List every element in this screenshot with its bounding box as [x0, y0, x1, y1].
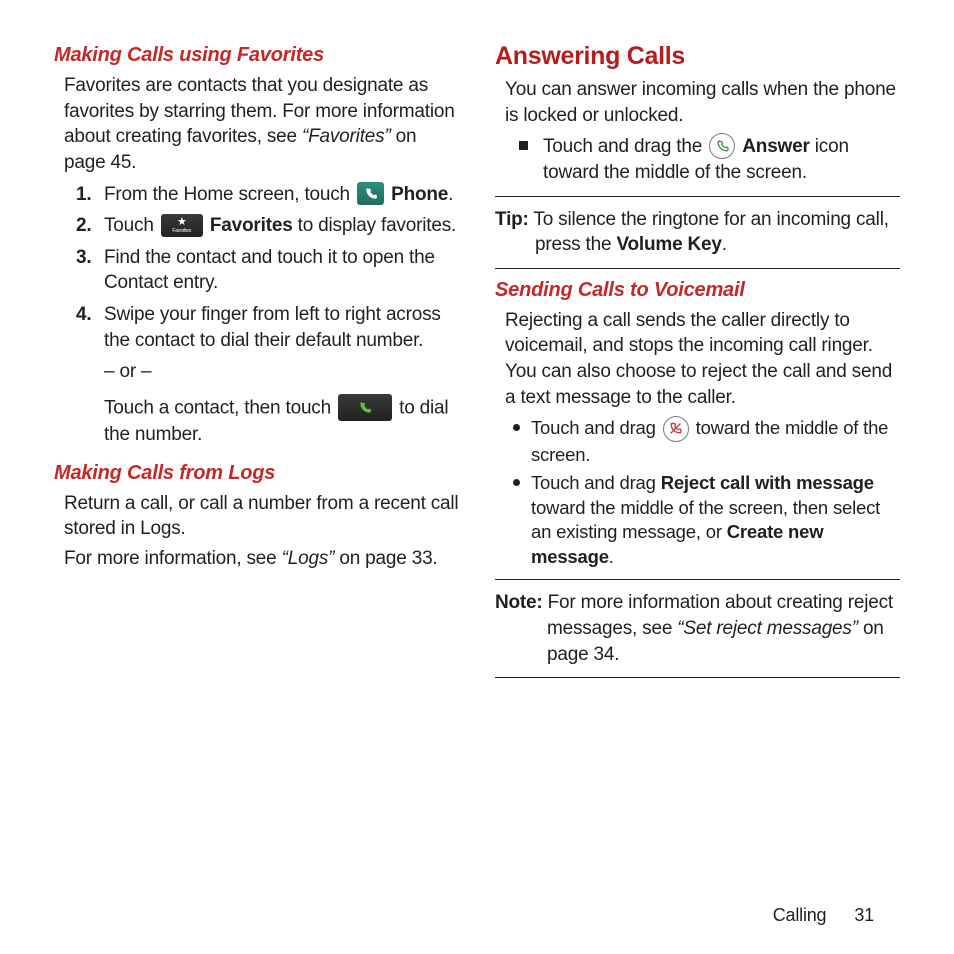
heading-making-calls-favorites: Making Calls using Favorites [54, 44, 459, 67]
logs-p1: Return a call, or call a number from a r… [64, 491, 459, 542]
heading-sending-voicemail: Sending Calls to Voicemail [495, 279, 900, 302]
logs-crossref: “Logs” [282, 548, 335, 569]
voicemail-bullet-1: Touch and drag toward the middle of the … [513, 416, 900, 467]
voicemail-intro: Rejecting a call sends the caller direct… [505, 308, 900, 411]
favorites-intro: Favorites are contacts that you designat… [64, 73, 459, 176]
page-footer: Calling 31 [773, 905, 874, 926]
favorites-tab-icon: ★Favorites [161, 214, 203, 237]
favorites-steps: 1. From the Home screen, touch Phone. 2.… [76, 182, 459, 354]
step-4-alt: Touch a contact, then touch to dial the … [104, 395, 459, 448]
step-2: 2. Touch ★Favorites Favorites to display… [76, 213, 459, 239]
step-1: 1. From the Home screen, touch Phone. [76, 182, 459, 208]
phone-app-icon [357, 182, 384, 205]
step-4-or: – or – [104, 359, 459, 385]
voicemail-bullet-2: Touch and drag Reject call with message … [513, 471, 900, 569]
answering-bullets: Touch and drag the Answer icon toward th… [513, 134, 900, 185]
reject-messages-crossref: “Set reject messages” [677, 618, 858, 639]
right-column: Answering Calls You can answer incoming … [495, 36, 900, 688]
heading-answering-calls: Answering Calls [495, 42, 900, 71]
step-3: 3.Find the contact and touch it to open … [76, 245, 459, 296]
divider [495, 268, 900, 269]
divider [495, 196, 900, 197]
divider [495, 579, 900, 580]
reject-call-icon [663, 416, 689, 442]
dial-button-icon [338, 394, 392, 421]
footer-section: Calling [773, 905, 827, 925]
answer-call-icon [709, 133, 735, 159]
answer-bullet-1: Touch and drag the Answer icon toward th… [513, 134, 900, 185]
tip-silence-ringtone: Tip: To silence the ringtone for an inco… [495, 207, 900, 258]
divider [495, 677, 900, 678]
step-4: 4.Swipe your finger from left to right a… [76, 302, 459, 353]
heading-making-calls-logs: Making Calls from Logs [54, 462, 459, 485]
logs-p2: For more information, see “Logs” on page… [64, 546, 459, 572]
footer-page-number: 31 [854, 905, 874, 925]
note-reject-messages: Note: For more information about creatin… [495, 590, 900, 667]
answering-intro: You can answer incoming calls when the p… [505, 77, 900, 128]
favorites-crossref: “Favorites” [302, 126, 391, 147]
left-column: Making Calls using Favorites Favorites a… [54, 36, 459, 688]
voicemail-bullets: Touch and drag toward the middle of the … [513, 416, 900, 569]
